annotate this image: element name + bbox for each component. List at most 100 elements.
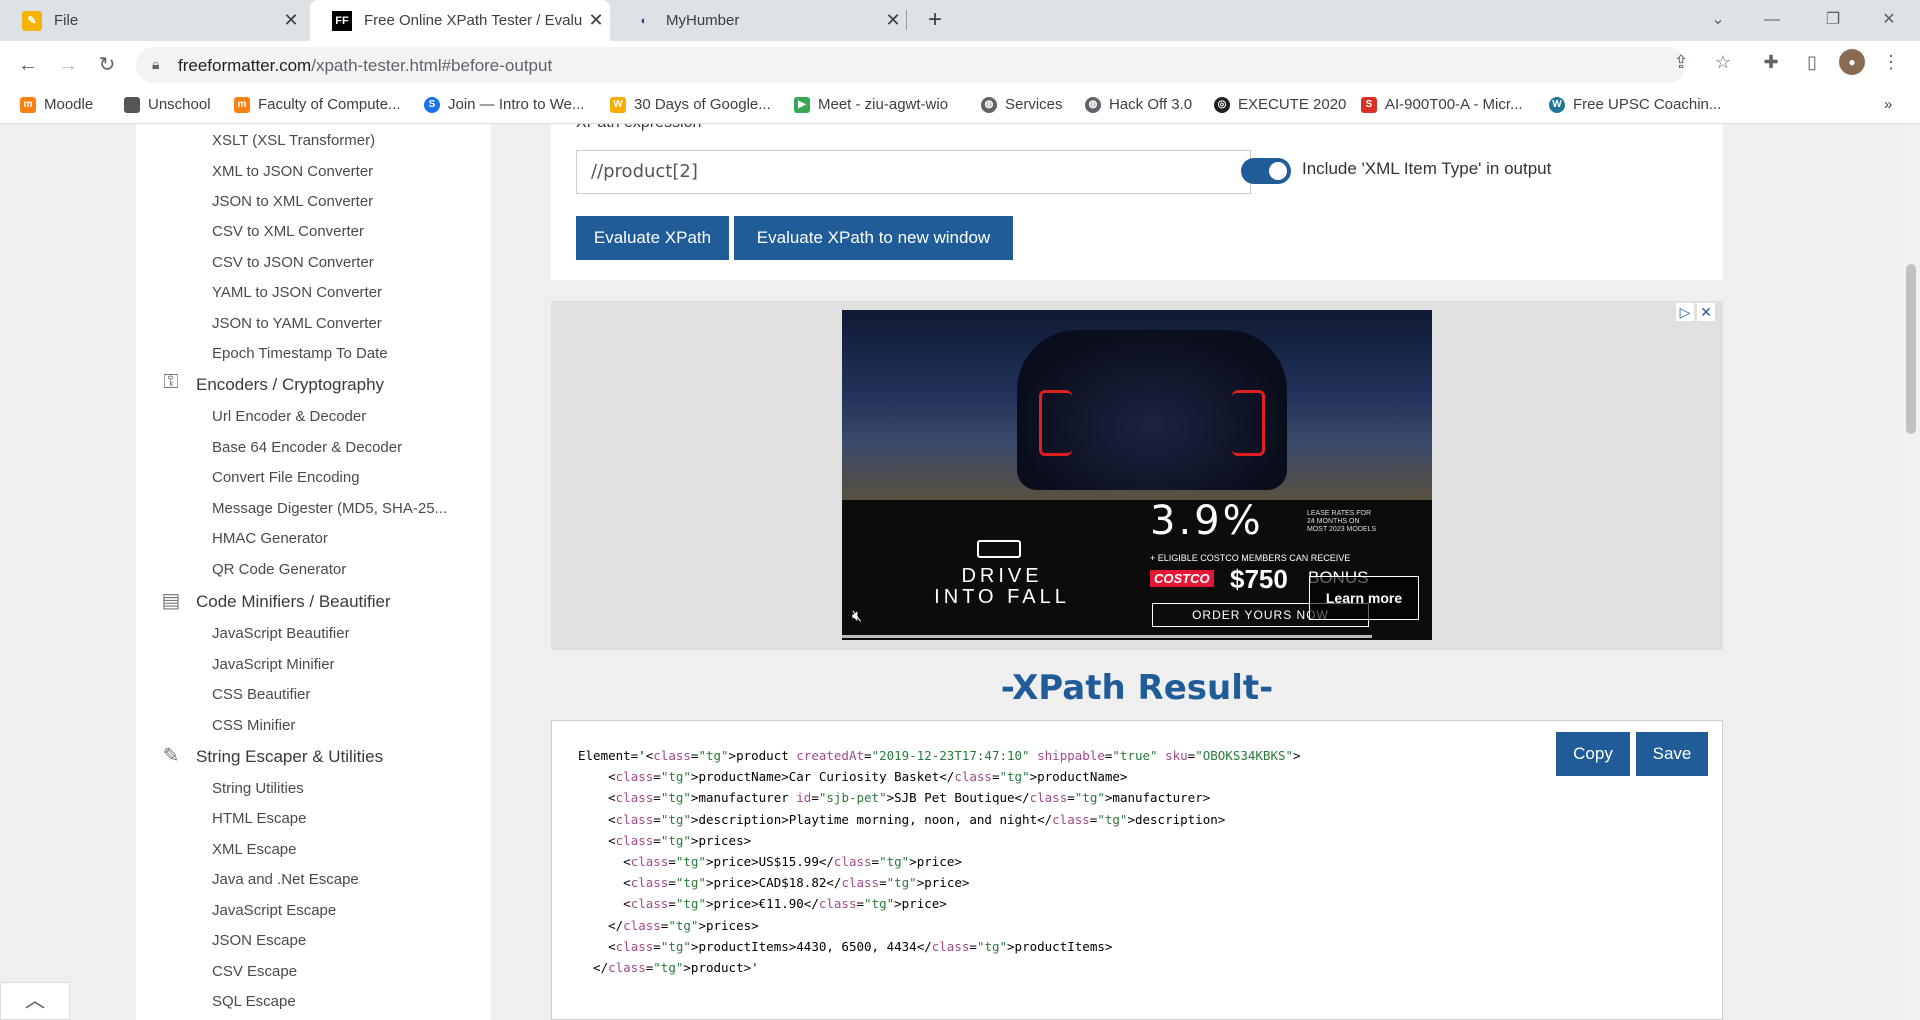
close-icon[interactable]: ✕ <box>277 10 305 31</box>
cadillac-logo <box>977 540 1021 558</box>
copy-button[interactable]: Copy <box>1556 732 1630 776</box>
sidebar-item[interactable]: HMAC Generator <box>212 530 328 547</box>
scrollbar-thumb[interactable] <box>1906 264 1916 434</box>
ad-eligible: + ELIGIBLE COSTCO MEMBERS CAN RECEIVE <box>1150 553 1351 563</box>
video-progress[interactable] <box>842 635 1372 638</box>
muted-speaker-icon[interactable]: 🔇︎ <box>852 608 862 626</box>
taillight-right <box>1232 390 1265 456</box>
ff-logo-icon: FF <box>332 10 352 31</box>
sidebar-item[interactable]: String Utilities <box>212 780 304 797</box>
sidebar-item[interactable]: JSON Escape <box>212 932 306 949</box>
bookmark-faculty[interactable]: m Faculty of Compute... <box>234 96 401 113</box>
sidebar-item[interactable]: CSS Minifier <box>212 717 295 734</box>
code-line: <class="tg">productItems>4430, 6500, 443… <box>578 938 1113 954</box>
sidebar-item[interactable]: JavaScript Beautifier <box>212 625 350 642</box>
taillight-left <box>1039 390 1072 456</box>
close-ad-icon[interactable]: ✕ <box>1697 303 1715 321</box>
bookmark-label: Free UPSC Coachin... <box>1573 96 1722 113</box>
bookmark-services[interactable]: ◍ Services <box>981 96 1063 113</box>
save-button[interactable]: Save <box>1636 732 1708 776</box>
sidebar-item[interactable]: XML to JSON Converter <box>212 163 373 180</box>
sidebar-item[interactable]: Java and .Net Escape <box>212 871 359 888</box>
evaluate-new-window-button[interactable]: Evaluate XPath to new window <box>734 216 1013 260</box>
xpath-label: XPath expression <box>576 124 701 132</box>
bookmark-hackoff[interactable]: ◍ Hack Off 3.0 <box>1085 96 1192 113</box>
code-line: <class="tg">price>CAD$18.82</class="tg">… <box>578 875 970 891</box>
sidebar-item[interactable]: Message Digester (MD5, SHA-25... <box>212 500 447 517</box>
sidebar-item[interactable]: JSON to YAML Converter <box>212 315 382 332</box>
page-scrollbar[interactable] <box>1902 124 1920 1020</box>
close-window-button[interactable]: ✕ <box>1866 0 1912 41</box>
tab-file[interactable]: ✎ File ✕ <box>0 0 305 41</box>
sidebar-item[interactable]: CSV to XML Converter <box>212 223 364 240</box>
bookmark-star-icon[interactable]: ☆ <box>1710 49 1736 75</box>
sidebar-item[interactable]: CSV to JSON Converter <box>212 254 374 271</box>
sidebar-item[interactable]: XSLT (XSL Transformer) <box>212 132 375 149</box>
sidebar-item[interactable]: HTML Escape <box>212 810 306 827</box>
forward-button[interactable]: → <box>52 49 84 81</box>
sidebar-item[interactable]: Url Encoder & Decoder <box>212 408 366 425</box>
sidebar-item[interactable]: Base 64 Encoder & Decoder <box>212 439 402 456</box>
close-icon[interactable]: ✕ <box>879 10 907 31</box>
close-icon[interactable]: ✕ <box>582 10 610 31</box>
ad-tagline-2: INTO FALL <box>934 586 1070 608</box>
tab-search-icon[interactable]: ⌄ <box>1695 0 1741 41</box>
ad-banner[interactable]: DRIVE INTO FALL 3.9% LEASE RATES FOR 24 … <box>842 310 1432 640</box>
bookmark-unschool[interactable]: Unschool <box>124 96 211 113</box>
sidebar-item[interactable]: JSON to XML Converter <box>212 193 373 210</box>
xpath-input[interactable]: //product[2] <box>576 150 1251 194</box>
code-line: <class="tg">price>€11.90</class="tg">pri… <box>578 896 947 912</box>
sidebar-item[interactable]: XML Escape <box>212 841 297 858</box>
back-button[interactable]: ← <box>12 49 44 81</box>
bookmark-label: Moodle <box>44 96 94 113</box>
bookmark-ai900[interactable]: S AI-900T00-A - Micr... <box>1361 96 1523 113</box>
reload-button[interactable]: ↻ <box>91 49 123 81</box>
address-bar[interactable]: 🔒︎ freeformatter.com/xpath-tester.html#b… <box>136 47 1686 83</box>
code-line: <class="tg">description>Playtime morning… <box>578 811 1226 827</box>
sidebar-item[interactable]: Epoch Timestamp To Date <box>212 345 388 362</box>
ad-learn-more-button[interactable]: Learn more <box>1309 576 1419 620</box>
bookmark-30days[interactable]: W 30 Days of Google... <box>610 96 771 113</box>
sidebar-item[interactable]: Convert File Encoding <box>212 469 360 486</box>
sidebar-item[interactable]: JavaScript Minifier <box>212 656 335 673</box>
bookmark-execute[interactable]: ◎ EXECUTE 2020 <box>1214 96 1346 113</box>
evaluate-xpath-button[interactable]: Evaluate XPath <box>576 216 729 260</box>
s-icon: S <box>424 96 440 113</box>
bookmark-upsc[interactable]: W Free UPSC Coachin... <box>1549 96 1721 113</box>
sidebar-item[interactable]: CSS Beautifier <box>212 686 310 703</box>
more-bookmarks-icon[interactable]: » <box>1884 96 1892 113</box>
code-line: <class="tg">manufacturer id="sjb-pet">SJ… <box>578 790 1211 806</box>
share-icon[interactable]: ⇪ <box>1668 49 1694 75</box>
sidebar-item[interactable]: CSV Escape <box>212 963 297 980</box>
back-to-top-button[interactable]: ︿ <box>0 982 70 1020</box>
code-line: Element='<class="tg">product createdAt="… <box>578 748 1301 763</box>
xml-item-type-toggle[interactable] <box>1241 158 1291 184</box>
tab-myhumber[interactable]: ◐ MyHumber ✕ <box>612 0 907 41</box>
adchoices-icon[interactable]: ▷ <box>1676 303 1694 321</box>
bookmark-label: Meet - ziu-agwt-wio <box>818 96 949 113</box>
new-tab-button[interactable]: + <box>920 6 950 36</box>
page-content: XSLT (XSL Transformer) XML to JSON Conve… <box>0 124 1902 1020</box>
ad-tagline-1: DRIVE <box>961 565 1043 587</box>
url-path: /xpath-tester.html#before-output <box>311 56 553 75</box>
sidebar-item[interactable]: SQL Escape <box>212 993 296 1010</box>
bookmark-label: AI-900T00-A - Micr... <box>1385 96 1523 113</box>
extensions-icon[interactable]: ✚ <box>1758 49 1784 75</box>
minimize-button[interactable]: — <box>1749 0 1795 41</box>
sidebar-item[interactable]: JavaScript Escape <box>212 902 336 919</box>
sidebar-item[interactable]: QR Code Generator <box>212 561 346 578</box>
side-panel-icon[interactable]: ▯ <box>1799 49 1825 75</box>
bookmark-label: Unschool <box>148 96 211 113</box>
avatar[interactable]: ● <box>1839 49 1865 75</box>
lock-icon[interactable]: 🔒︎ <box>152 56 159 73</box>
restore-button[interactable]: ❐ <box>1810 0 1856 41</box>
zip-file-icon: ▤ <box>161 590 181 612</box>
bookmark-moodle[interactable]: m Moodle <box>20 96 93 113</box>
tab-xpath-tester[interactable]: FF Free Online XPath Tester / Evaluat ✕ <box>310 0 610 41</box>
bookmark-meet[interactable]: ▶ Meet - ziu-agwt-wio <box>794 96 948 113</box>
sidebar-item[interactable]: YAML to JSON Converter <box>212 284 382 301</box>
menu-icon[interactable]: ⋮ <box>1878 49 1904 75</box>
magic-wand-icon: ✎ <box>162 745 180 767</box>
bookmark-join[interactable]: S Join — Intro to We... <box>424 96 584 113</box>
url-text: freeformatter.com/xpath-tester.html#befo… <box>178 56 552 76</box>
